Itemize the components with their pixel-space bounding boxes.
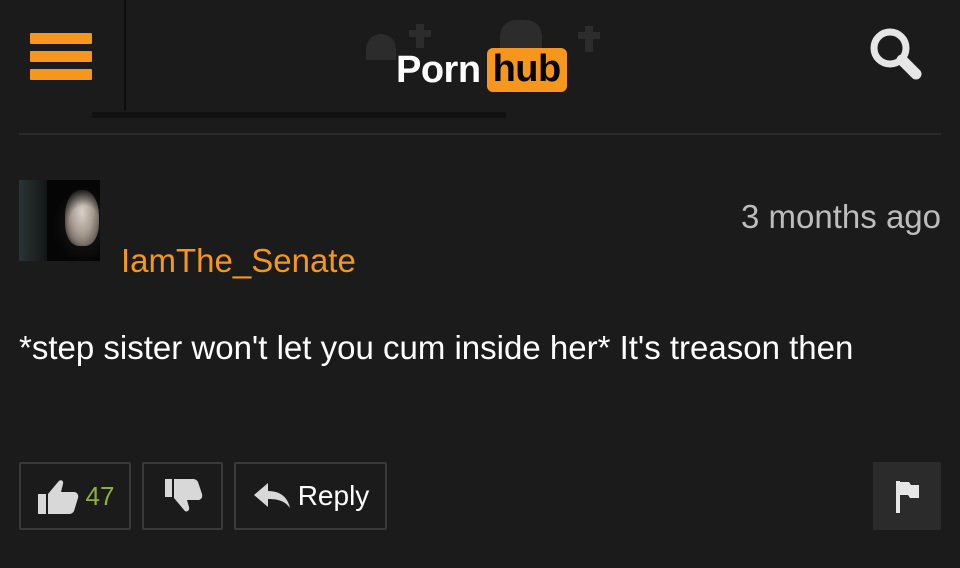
- logo-text-hub: hub: [486, 48, 567, 92]
- section-divider: [19, 133, 941, 135]
- reply-button[interactable]: Reply: [234, 462, 387, 530]
- reply-label: Reply: [297, 480, 370, 511]
- flag-icon: [896, 481, 919, 513]
- top-header: Porn hub: [0, 0, 960, 110]
- search-button[interactable]: [860, 20, 940, 90]
- comment-timestamp: 3 months ago: [741, 198, 941, 235]
- downvote-button[interactable]: [142, 462, 223, 530]
- site-logo[interactable]: Porn hub: [360, 20, 610, 100]
- upvote-button[interactable]: 47: [19, 462, 131, 530]
- search-icon: [870, 28, 922, 80]
- comment-username[interactable]: IamThe_Senate: [121, 242, 356, 280]
- reply-arrow-icon: [253, 483, 290, 508]
- upvote-count: 47: [85, 480, 115, 511]
- avatar[interactable]: [19, 180, 100, 261]
- comment-text: *step sister won't let you cum inside he…: [19, 329, 854, 366]
- thumbs-up-icon: [37, 480, 78, 514]
- thumbs-down-icon: [164, 479, 202, 512]
- menu-button[interactable]: [0, 0, 126, 110]
- logo-text-porn: Porn: [396, 48, 481, 91]
- flag-button[interactable]: [873, 462, 941, 530]
- header-shadow: [92, 112, 506, 118]
